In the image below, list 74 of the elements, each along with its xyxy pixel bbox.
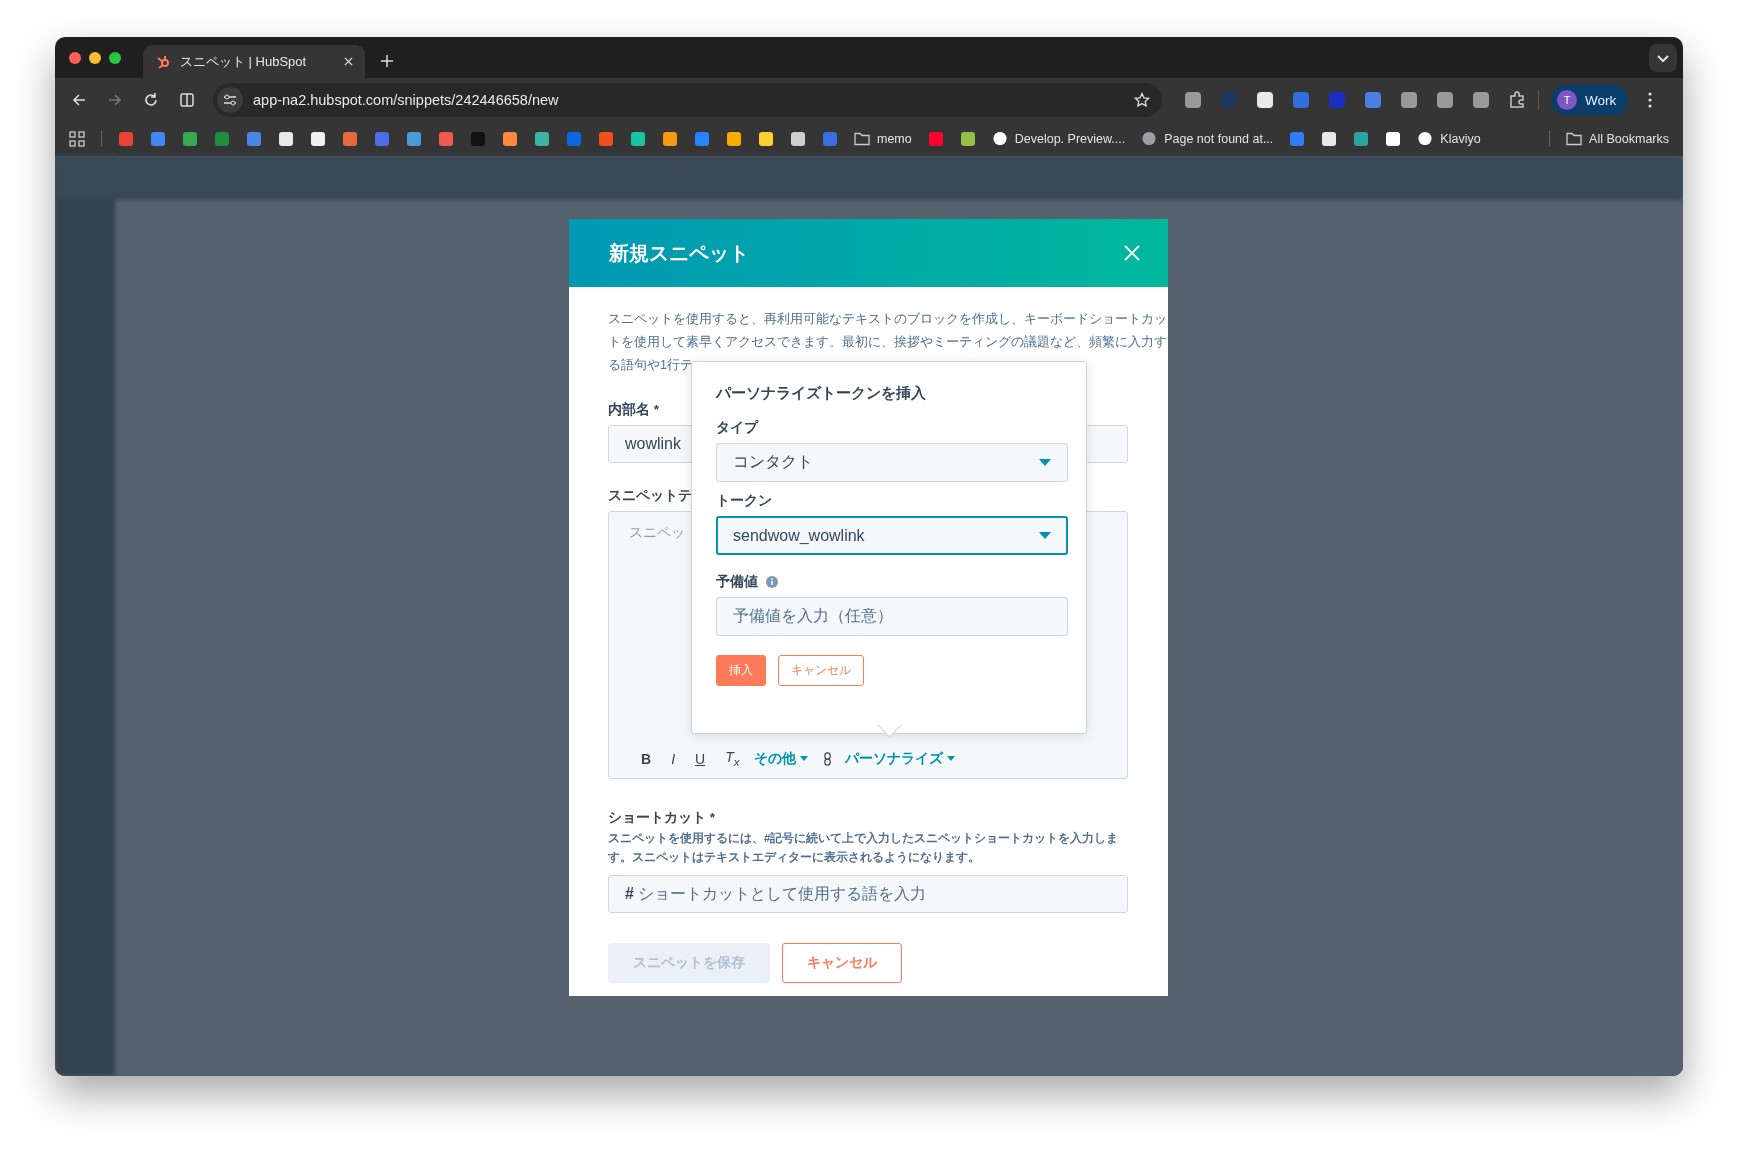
italic-button[interactable]: I xyxy=(671,750,675,767)
description-text: トを使用して素早くアクセスできます。最初に、挨拶やミーティングの議題など、頻繁に入力す xyxy=(608,334,1167,351)
bookmark-icon[interactable] xyxy=(959,130,976,147)
bookmark-icon[interactable] xyxy=(630,130,646,147)
folder-icon[interactable] xyxy=(854,131,870,146)
back-icon[interactable] xyxy=(71,92,87,108)
extension-icon[interactable] xyxy=(1436,91,1454,109)
minimize-window-icon[interactable] xyxy=(89,51,101,64)
close-tab-icon[interactable] xyxy=(344,57,353,66)
popover-title: パーソナライズトークンを挿入 xyxy=(716,384,926,403)
dropdown-select[interactable]: コンタクト xyxy=(716,443,1068,482)
bookmark-icon[interactable] xyxy=(310,130,326,147)
forward-icon[interactable] xyxy=(107,92,123,108)
site-icon[interactable] xyxy=(1417,131,1434,146)
field-label: トークン xyxy=(716,492,772,510)
split-view-icon[interactable] xyxy=(179,92,195,108)
profile-button[interactable]: T Work xyxy=(1551,85,1629,115)
toolbar-menu-button[interactable]: その他 xyxy=(753,749,808,768)
bookmark-icon[interactable] xyxy=(758,130,774,147)
browser-tab[interactable]: スニペット | HubSpot xyxy=(143,45,365,78)
close-window-icon[interactable] xyxy=(69,51,81,64)
field-label: スニペットテ xyxy=(608,487,692,505)
info-icon[interactable] xyxy=(766,576,778,588)
chevron-down-icon[interactable] xyxy=(1649,43,1677,72)
more-menu-icon[interactable] xyxy=(1648,92,1653,108)
field-label: ショートカット * xyxy=(608,809,715,827)
field-label: 内部名 * xyxy=(608,401,659,419)
underline-button[interactable]: U xyxy=(695,750,706,767)
bold-button[interactable]: B xyxy=(641,750,652,767)
clear-format-button[interactable]: T$_{x}$ xyxy=(725,749,740,768)
bookmark-icon[interactable] xyxy=(1385,130,1402,147)
extensions-icon[interactable] xyxy=(1508,91,1526,109)
bookmark-link[interactable]: Develop. Preview.... xyxy=(1014,131,1126,146)
extension-icon[interactable] xyxy=(1256,91,1274,109)
caret-icon xyxy=(1039,459,1051,466)
all-bookmarks-folder[interactable]: All Bookmarks xyxy=(1589,131,1669,146)
field-label: タイプ xyxy=(716,419,758,437)
caret-icon xyxy=(946,756,955,762)
address-bar[interactable]: app-na2.hubspot.com/snippets/242446658/new xyxy=(213,83,1162,117)
sprocket-icon xyxy=(155,53,171,70)
field-label: 予備値 xyxy=(716,573,758,591)
bookmark-icon[interactable] xyxy=(790,130,806,147)
bookmark-icon[interactable] xyxy=(1321,130,1338,147)
extension-icon[interactable] xyxy=(1472,91,1490,109)
apps-grid-icon[interactable] xyxy=(69,130,85,147)
bookmark-icon[interactable] xyxy=(662,130,678,147)
dialog-title: 新規スニペット xyxy=(609,240,750,266)
shortcut-input[interactable]: # ショートカットとして使用する語を入力 xyxy=(608,875,1128,913)
link-icon[interactable] xyxy=(823,751,831,766)
maximize-window-icon[interactable] xyxy=(109,51,121,64)
fallback-input[interactable]: 予備値を入力（任意） xyxy=(716,597,1068,636)
folder-icon[interactable] xyxy=(1566,131,1583,146)
site-settings-icon[interactable] xyxy=(217,87,243,113)
bookmark-star-icon[interactable] xyxy=(1134,92,1150,108)
new-tab-icon[interactable] xyxy=(381,55,393,67)
caret-icon xyxy=(1039,532,1051,539)
extension-icon[interactable] xyxy=(1400,91,1418,109)
reload-icon[interactable] xyxy=(143,92,159,108)
close-icon[interactable] xyxy=(1124,245,1140,261)
bookmark-icon[interactable] xyxy=(502,130,518,147)
editor-placeholder: スニペッ xyxy=(629,524,685,542)
caret-icon xyxy=(799,756,808,762)
dropdown-select[interactable]: sendwow_wowlink xyxy=(716,516,1068,555)
bookmark-link[interactable]: Klaviyo xyxy=(1440,131,1481,146)
bookmark-icon[interactable] xyxy=(534,130,550,147)
extension-icon[interactable] xyxy=(1184,91,1202,109)
bookmark-icon[interactable] xyxy=(278,130,294,147)
description-text: る語句や1行テ xyxy=(608,357,694,374)
description-text: スニペットを使用すると、再利用可能なテキストのブロックを作成し、キーボードショートカッ xyxy=(608,311,1167,328)
help-text: スニペットを使用するには、#記号に続いて上で入力したスニペットショートカットを入力します。スニペットはテキストエディターに表示されるようになります。 xyxy=(608,831,1120,866)
bookmark-link[interactable]: Page not found at... xyxy=(1164,131,1274,146)
site-icon[interactable] xyxy=(991,131,1008,146)
bookmark-folder[interactable]: memo xyxy=(877,131,912,146)
bookmark-icon[interactable] xyxy=(726,130,742,147)
